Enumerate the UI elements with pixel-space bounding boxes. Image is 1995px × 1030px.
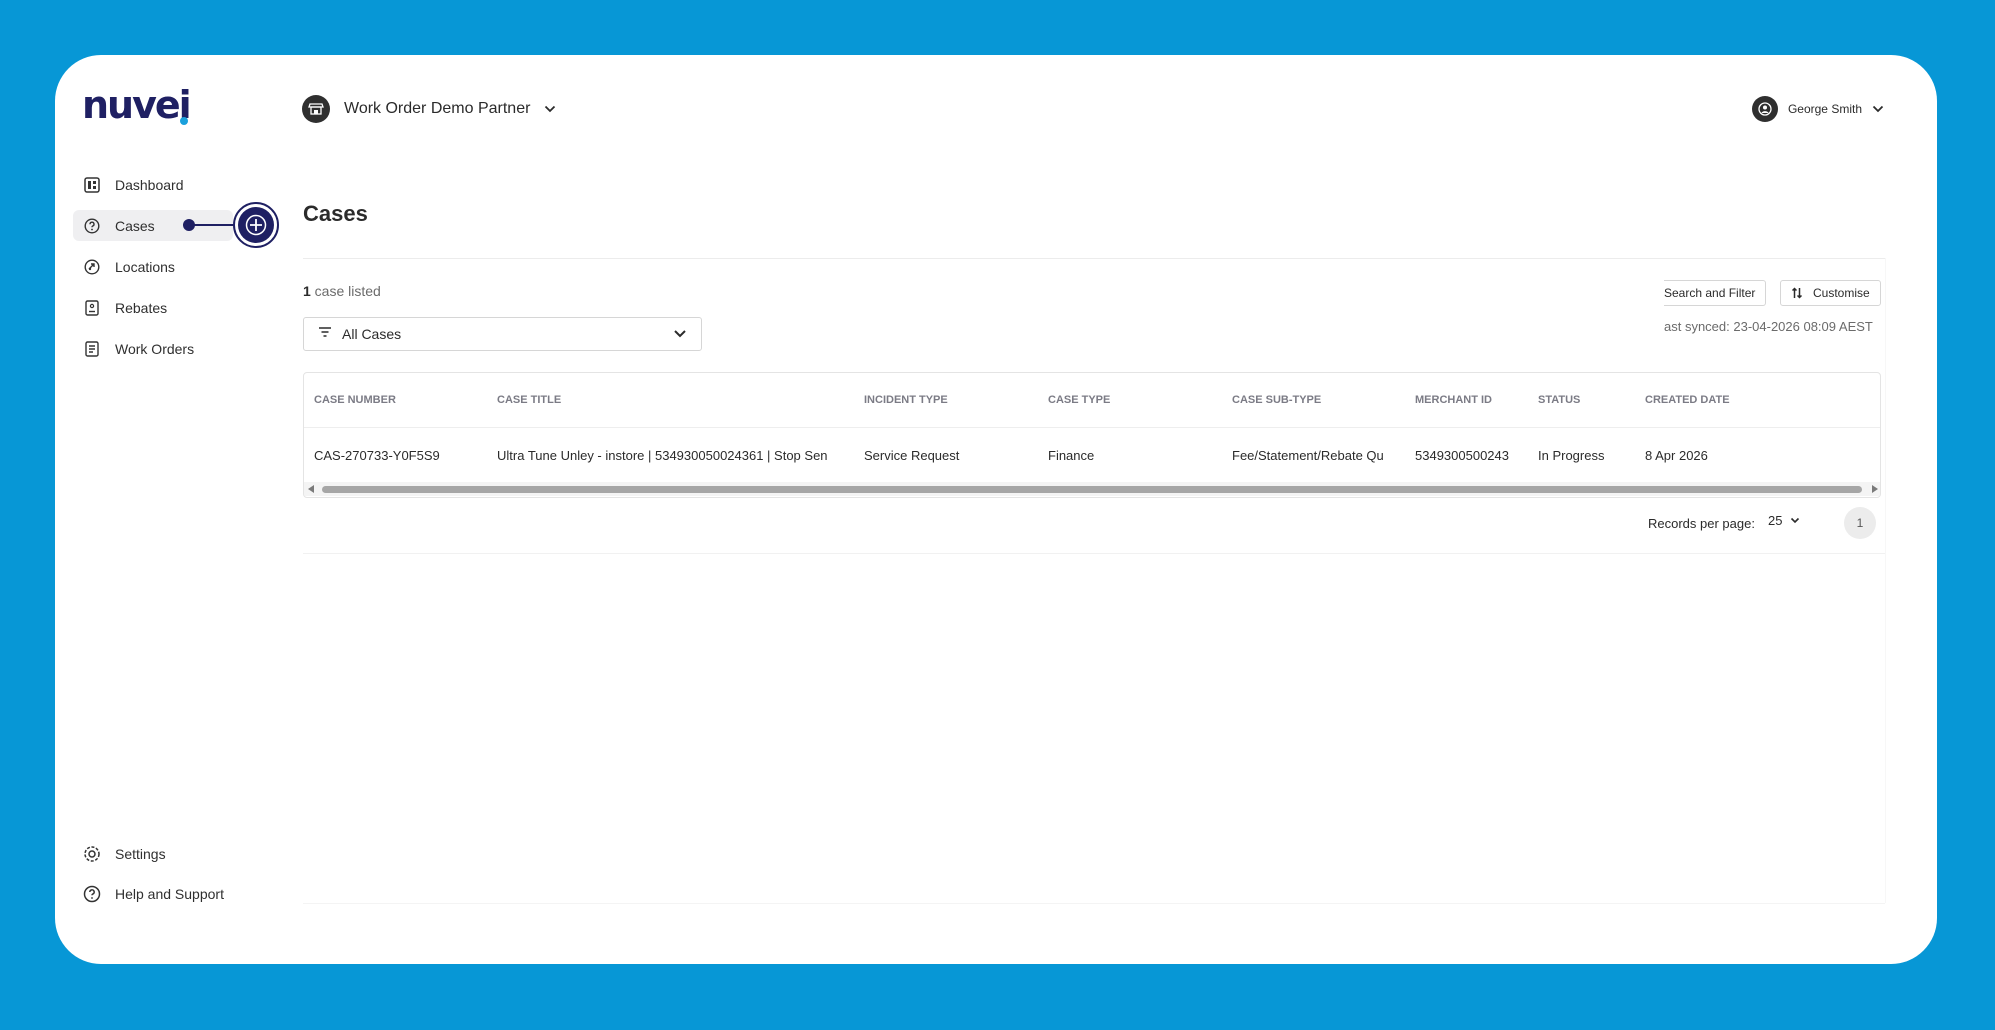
- chevron-down-icon: [673, 325, 687, 343]
- table-row[interactable]: CAS-270733-Y0F5S9 Ultra Tune Unley - ins…: [304, 429, 1880, 481]
- view-select-value: All Cases: [342, 326, 402, 342]
- case-count: 1 case listed: [303, 283, 381, 299]
- cell-case-sub-type: Fee/Statement/Rebate Qu: [1232, 447, 1384, 463]
- app-window: nuvei Dashboard Cases Locations Rebates …: [55, 55, 1937, 964]
- case-count-suffix: case listed: [310, 283, 381, 299]
- chevron-down-icon: [1872, 100, 1884, 118]
- sidebar-item-work-orders[interactable]: Work Orders: [73, 333, 233, 364]
- divider: [303, 903, 1885, 904]
- chevron-down-icon: [1790, 517, 1800, 524]
- user-menu[interactable]: George Smith: [1751, 95, 1884, 123]
- sidebar-item-label: Help and Support: [115, 885, 224, 902]
- case-count-number: 1: [303, 283, 311, 299]
- records-per-page-value: 25: [1768, 513, 1783, 528]
- cell-case-title: Ultra Tune Unley - instore | 53493005002…: [497, 447, 828, 463]
- sidebar-nav: Dashboard Cases Locations Rebates Work O…: [73, 169, 233, 374]
- sidebar-bottom-nav: Settings Help and Support: [73, 838, 253, 918]
- sidebar-item-label: Work Orders: [115, 340, 195, 357]
- sidebar-item-label: Rebates: [115, 299, 168, 316]
- help-icon: [83, 885, 101, 903]
- cell-incident-type: Service Request: [864, 447, 960, 463]
- scroll-right-icon[interactable]: [1872, 485, 1878, 493]
- page-number-button[interactable]: 1: [1844, 507, 1876, 539]
- column-header-merchant-id[interactable]: MERCHANT ID: [1415, 373, 1530, 427]
- logo-text: nuvei: [82, 83, 192, 127]
- column-header-case-number[interactable]: CASE NUMBER: [314, 373, 489, 427]
- chevron-down-icon: [544, 100, 556, 118]
- column-header-status[interactable]: STATUS: [1538, 373, 1638, 427]
- location-link-icon: [83, 258, 101, 276]
- sidebar-item-label: Locations: [115, 258, 175, 275]
- rebate-icon: [83, 299, 101, 317]
- user-name: George Smith: [1787, 102, 1862, 116]
- question-circle-icon: [83, 217, 101, 235]
- sidebar-item-label: Settings: [115, 845, 166, 862]
- view-select[interactable]: All Cases: [303, 317, 702, 351]
- annotation-plus-button[interactable]: [233, 202, 279, 248]
- customise-button[interactable]: Customise: [1780, 280, 1881, 306]
- cell-created-date: 8 Apr 2026: [1645, 447, 1708, 463]
- last-synced: ast synced: 23-04-2026 08:09 AEST: [1664, 319, 1873, 334]
- org-switcher[interactable]: Work Order Demo Partner: [302, 93, 556, 125]
- sidebar-item-help[interactable]: Help and Support: [73, 878, 253, 909]
- table-header-row: CASE NUMBER CASE TITLE INCIDENT TYPE CAS…: [304, 373, 1880, 428]
- sidebar-item-dashboard[interactable]: Dashboard: [73, 169, 233, 200]
- plus-icon: [238, 207, 274, 243]
- nuvei-logo[interactable]: nuvei: [82, 83, 192, 127]
- cases-table: CASE NUMBER CASE TITLE INCIDENT TYPE CAS…: [303, 372, 1881, 498]
- cell-merchant-id: 5349300500243: [1415, 447, 1509, 463]
- cell-status: In Progress: [1538, 447, 1605, 463]
- sidebar-item-label: Cases: [115, 217, 155, 234]
- annotation-dot: [183, 219, 195, 231]
- column-header-case-type[interactable]: CASE TYPE: [1048, 373, 1223, 427]
- divider: [1885, 258, 1886, 903]
- scroll-left-icon[interactable]: [308, 485, 314, 493]
- column-header-case-title[interactable]: CASE TITLE: [497, 373, 852, 427]
- column-header-case-sub-type[interactable]: CASE SUB-TYPE: [1232, 373, 1407, 427]
- cell-case-number[interactable]: CAS-270733-Y0F5S9: [314, 429, 489, 481]
- filter-lines-icon: [318, 325, 332, 343]
- sort-arrows-icon: [1791, 287, 1803, 299]
- org-name: Work Order Demo Partner: [344, 100, 531, 117]
- logo-dot: [180, 117, 188, 125]
- storefront-icon: [302, 95, 330, 123]
- annotation-connector: [189, 224, 239, 226]
- sidebar-item-rebates[interactable]: Rebates: [73, 292, 233, 323]
- horizontal-scrollbar[interactable]: [304, 482, 1880, 496]
- column-header-created-date[interactable]: CREATED DATE: [1645, 373, 1785, 427]
- divider: [303, 258, 1885, 259]
- user-icon: [1751, 96, 1778, 122]
- column-header-incident-type[interactable]: INCIDENT TYPE: [864, 373, 1039, 427]
- gear-icon: [83, 845, 101, 863]
- document-icon: [83, 340, 101, 358]
- records-per-page-select[interactable]: 25: [1768, 513, 1800, 528]
- cell-case-type: Finance: [1048, 447, 1095, 463]
- search-and-filter-button[interactable]: Search and Filter: [1664, 280, 1767, 306]
- scroll-thumb[interactable]: [322, 486, 1862, 493]
- sidebar-item-locations[interactable]: Locations: [73, 251, 233, 282]
- page-title: Cases: [303, 201, 368, 226]
- sidebar-item-label: Dashboard: [115, 176, 184, 193]
- records-per-page-label: Records per page:: [1648, 516, 1755, 531]
- dashboard-icon: [83, 176, 101, 194]
- customise-label: Customise: [1813, 286, 1870, 300]
- sidebar-item-settings[interactable]: Settings: [73, 838, 253, 869]
- pagination: Records per page: 25 1: [303, 498, 1885, 554]
